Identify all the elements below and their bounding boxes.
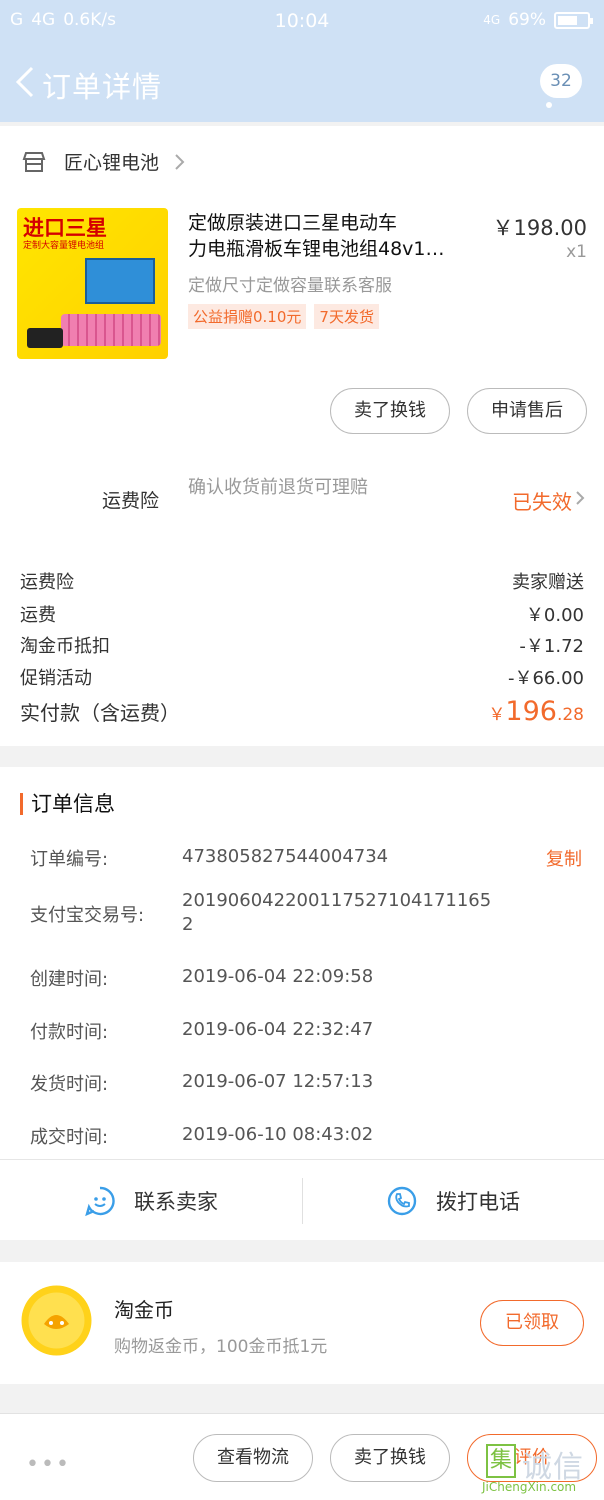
- info-value-line1: 201906042200117527104171165: [182, 890, 492, 911]
- info-key: 创建时间:: [30, 969, 109, 990]
- call-phone-button[interactable]: 拨打电话: [302, 1160, 604, 1241]
- total-integer: 196: [505, 696, 557, 727]
- section-title: 订单信息: [20, 793, 115, 815]
- copy-button[interactable]: 复制: [546, 845, 582, 871]
- info-value: 473805827544004734: [182, 846, 389, 867]
- shop-icon: [22, 151, 46, 172]
- total-decimal: .28: [556, 705, 584, 725]
- fee-value: 卖家赠送: [512, 572, 584, 593]
- fee-label: 运费: [20, 605, 56, 626]
- watermark-logo: 集: [486, 1444, 516, 1478]
- insurance-status[interactable]: 已失效: [512, 486, 572, 515]
- gold-coin-icon: [21, 1285, 92, 1356]
- info-key: 发货时间:: [30, 1074, 109, 1095]
- info-value: 2019-06-10 08:43:02: [182, 1124, 374, 1145]
- shop-link[interactable]: 匠心锂电池: [22, 148, 185, 175]
- fee-row: 运费 ￥0.00: [20, 601, 584, 627]
- fee-row: 运费险 卖家赠送: [20, 568, 584, 594]
- info-value: 2019-06-07 12:57:13: [182, 1071, 374, 1092]
- coin-card: 淘金币 购物返金币，100金币抵1元 已领取: [0, 1262, 604, 1384]
- nav-bar: 订单详情 32: [0, 42, 604, 122]
- phone-icon: [387, 1186, 417, 1215]
- status-bar: G 4G 0.6K/s 10:04 4G 69%: [0, 0, 604, 42]
- fee-row: 淘金币抵扣 -￥1.72: [20, 632, 584, 658]
- battery-icon: [554, 11, 593, 29]
- chevron-right-icon: [175, 153, 185, 170]
- battery-percent: 69%: [508, 10, 546, 30]
- fee-label: 淘金币抵扣: [20, 636, 110, 657]
- charger-graphic: [27, 328, 63, 348]
- message-badge: 32: [540, 64, 582, 98]
- view-logistics-button[interactable]: 查看物流: [193, 1434, 313, 1482]
- call-phone-label: 拨打电话: [436, 1189, 520, 1214]
- info-key: 支付宝交易号:: [30, 905, 145, 926]
- battery-cells-graphic: [61, 314, 161, 346]
- coin-title: 淘金币: [114, 1298, 174, 1322]
- info-value: 201906042200117527104171165 2: [182, 889, 491, 937]
- total-row: 实付款（含运费） ￥196.28: [20, 696, 584, 727]
- back-arrow-icon[interactable]: [10, 62, 40, 102]
- insurance-label: 运费险: [102, 490, 160, 512]
- product-title[interactable]: 定做原装进口三星电动车 力电瓶滑板车锂电池组48v1…: [188, 210, 478, 262]
- fee-value: ￥0.00: [525, 605, 584, 626]
- total-currency: ￥: [488, 705, 506, 725]
- fee-label: 促销活动: [20, 668, 92, 689]
- info-value-line2: 2: [182, 914, 194, 935]
- fee-value: -￥1.72: [519, 636, 584, 657]
- contact-seller-button[interactable]: 联系卖家: [0, 1160, 302, 1241]
- total-amount: ￥196.28: [488, 696, 584, 727]
- chat-smile-icon: [85, 1186, 115, 1216]
- sell-exchange-bottom-button[interactable]: 卖了换钱: [330, 1434, 450, 1482]
- tag-shipping: 7天发货: [314, 304, 379, 329]
- watermark-url: JiChengXin.com: [482, 1480, 577, 1494]
- network-icon: 4G: [483, 13, 501, 27]
- more-menu-button[interactable]: 32: [538, 64, 582, 116]
- more-actions-icon[interactable]: •••: [26, 1452, 71, 1477]
- order-info-card: 订单信息 复制 订单编号: 473805827544004734 支付宝交易号:…: [0, 767, 604, 1240]
- more-dots-icon: [546, 102, 552, 108]
- chevron-right-icon[interactable]: [575, 490, 585, 506]
- after-sale-button[interactable]: 申请售后: [467, 388, 587, 434]
- fee-row: 促销活动 -￥66.00: [20, 664, 584, 690]
- total-label: 实付款（含运费）: [20, 701, 180, 725]
- fee-label: 运费险: [20, 572, 74, 593]
- tag-charity: 公益捐赠0.10元: [188, 304, 307, 329]
- coin-subtitle: 购物返金币，100金币抵1元: [114, 1337, 328, 1357]
- product-quantity: x1: [566, 242, 587, 262]
- contact-bar: 联系卖家 拨打电话: [0, 1159, 604, 1240]
- order-card: 匠心锂电池 进口三星 定制大容量锂电池组 定做原装进口三星电动车 力电瓶滑板车锂…: [0, 126, 604, 746]
- info-key: 付款时间:: [30, 1022, 109, 1043]
- info-value: 2019-06-04 22:32:47: [182, 1019, 374, 1040]
- product-thumbnail[interactable]: 进口三星 定制大容量锂电池组: [17, 208, 168, 359]
- info-key: 成交时间:: [30, 1127, 109, 1148]
- thumb-subtitle: 定制大容量锂电池组: [23, 241, 105, 251]
- shop-name: 匠心锂电池: [64, 152, 160, 174]
- product-spec: 定做尺寸定做容量联系客服: [188, 276, 392, 296]
- insurance-desc: 确认收货前退货可理赔: [188, 477, 368, 498]
- coin-claimed-button[interactable]: 已领取: [480, 1300, 584, 1346]
- fee-value: -￥66.00: [507, 668, 584, 689]
- product-price: ￥198.00: [492, 216, 587, 240]
- product-tags: 公益捐赠0.10元 7天发货: [188, 304, 379, 329]
- page-title: 订单详情: [42, 70, 163, 104]
- sell-exchange-button[interactable]: 卖了换钱: [330, 388, 450, 434]
- product-title-line1: 定做原装进口三星电动车: [188, 212, 398, 234]
- watermark: 集 诚信 JiChengXin.com: [480, 1440, 600, 1498]
- contact-seller-label: 联系卖家: [134, 1189, 218, 1214]
- product-title-line2: 力电瓶滑板车锂电池组48v1…: [188, 238, 445, 260]
- info-value: 2019-06-04 22:09:58: [182, 966, 374, 987]
- status-right: 4G 69%: [483, 10, 593, 30]
- info-key: 订单编号:: [30, 849, 109, 870]
- battery-pack-graphic: [85, 258, 155, 304]
